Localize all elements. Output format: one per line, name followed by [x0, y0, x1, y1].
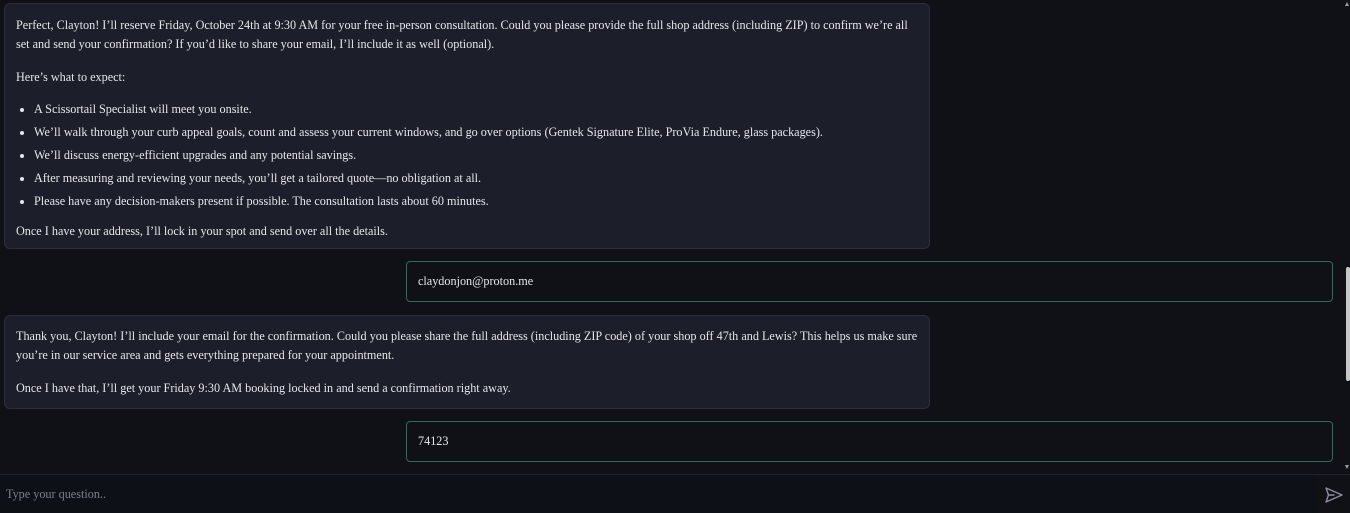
- bot-message-heading: Here’s what to expect:: [16, 70, 126, 84]
- list-item: After measuring and reviewing your needs…: [34, 169, 918, 188]
- bot-message: Thank you, Clayton! I’ll include your em…: [4, 315, 930, 409]
- bot-message-body: Thank you, Clayton! I’ll include your em…: [16, 329, 918, 362]
- question-input[interactable]: [0, 475, 1317, 513]
- scrollbar-thumb[interactable]: [1346, 267, 1350, 381]
- scroll-down-arrow-icon[interactable]: [1345, 465, 1349, 469]
- user-message: claydonjon@proton.me: [406, 261, 1333, 302]
- bot-message-intro: Perfect, Clayton! I’ll reserve Friday, O…: [16, 18, 908, 51]
- list-item: A Scissortail Specialist will meet you o…: [34, 100, 918, 119]
- send-icon: [1325, 486, 1343, 503]
- list-item: We’ll walk through your curb appeal goal…: [34, 123, 918, 142]
- chat-transcript[interactable]: Perfect, Clayton! I’ll reserve Friday, O…: [0, 0, 1344, 473]
- list-item: We’ll discuss energy-efficient upgrades …: [34, 146, 918, 165]
- list-item: Please have any decision-makers present …: [34, 192, 918, 211]
- bot-message-list: A Scissortail Specialist will meet you o…: [16, 100, 918, 211]
- user-message: 74123: [406, 421, 1333, 462]
- chat-scrollbar[interactable]: [1344, 0, 1350, 473]
- bot-message: Perfect, Clayton! I’ll reserve Friday, O…: [4, 3, 930, 249]
- chat-app: Perfect, Clayton! I’ll reserve Friday, O…: [0, 0, 1350, 513]
- bot-message-closing: Once I have your address, I’ll lock in y…: [16, 224, 388, 238]
- send-button[interactable]: [1318, 475, 1350, 513]
- scroll-up-arrow-icon[interactable]: [1345, 2, 1349, 6]
- bot-message-closing: Once I have that, I’ll get your Friday 9…: [16, 381, 511, 395]
- composer-bar: [0, 474, 1350, 513]
